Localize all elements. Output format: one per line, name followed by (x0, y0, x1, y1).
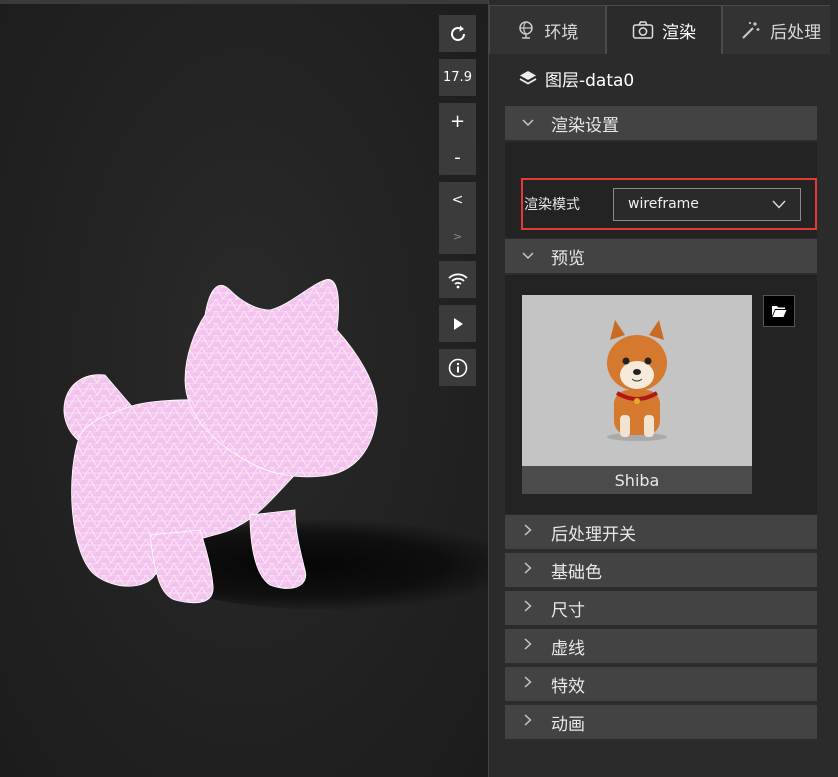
wireless-button[interactable] (439, 261, 476, 298)
chevron-right-icon (505, 524, 551, 540)
zoom-out-button[interactable]: - (439, 139, 476, 175)
tab-render-label: 渲染 (662, 22, 696, 43)
section-effects[interactable]: 特效 (505, 667, 817, 702)
section-render-settings[interactable]: 渲染设置 (505, 106, 817, 141)
tab-postprocess[interactable]: 后处理 (722, 5, 838, 54)
render-settings-body: 渲染模式 wireframe (505, 142, 817, 238)
info-button[interactable] (439, 349, 476, 386)
render-mode-value: wireframe (628, 196, 699, 212)
tab-postprocess-label: 后处理 (770, 22, 822, 43)
section-render-settings-title: 渲染设置 (551, 115, 619, 136)
wifi-icon (447, 273, 468, 288)
chevron-right-icon (505, 562, 551, 578)
section-base-color[interactable]: 基础色 (505, 553, 817, 588)
preview-body: Shiba (505, 275, 817, 514)
section-postprocess-switch[interactable]: 后处理开关 (505, 515, 817, 550)
zoom-controls: + - (439, 103, 476, 175)
tab-render[interactable]: 渲染 (605, 5, 723, 54)
layers-icon (519, 70, 537, 85)
refresh-icon (450, 25, 465, 41)
model-preview-card[interactable]: Shiba (522, 295, 752, 494)
chevron-right-icon (505, 676, 551, 692)
shiba-wireframe-model (63, 279, 378, 604)
folder-open-icon (772, 306, 787, 317)
layer-name: 图层-data0 (545, 71, 635, 91)
section-size[interactable]: 尺寸 (505, 591, 817, 626)
render-mode-label: 渲染模式 (524, 197, 580, 213)
section-dashed-line[interactable]: 虚线 (505, 629, 817, 664)
chevron-right-icon (505, 600, 551, 616)
chevron-down-icon (772, 200, 786, 209)
refresh-button[interactable] (439, 15, 476, 52)
section-title: 基础色 (551, 562, 602, 583)
section-title: 虚线 (551, 638, 585, 659)
render-mode-select[interactable]: wireframe (613, 187, 801, 221)
viewport-top-border (0, 0, 488, 4)
model-name: Shiba (522, 466, 752, 494)
open-folder-button[interactable] (763, 295, 795, 327)
section-preview[interactable]: 预览 (505, 239, 817, 274)
play-icon (453, 317, 463, 330)
section-title: 后处理开关 (551, 524, 636, 545)
next-button[interactable]: > (439, 218, 476, 254)
3d-viewport[interactable] (0, 0, 488, 777)
tab-environment[interactable]: 环境 (489, 5, 606, 54)
panel-tabs: 环境 渲染 后处理 (489, 5, 838, 54)
globe-icon (519, 21, 534, 39)
zoom-level-display: 17.9 (439, 59, 476, 96)
zoom-in-button[interactable]: + (439, 103, 476, 139)
section-animation[interactable]: 动画 (505, 705, 817, 740)
section-preview-title: 预览 (551, 248, 585, 269)
play-button[interactable] (439, 305, 476, 342)
step-controls: < > (439, 182, 476, 254)
layer-title: 图层-data0 (519, 66, 634, 91)
chevron-down-icon (505, 116, 551, 131)
section-title: 动画 (551, 714, 585, 735)
prev-button[interactable]: < (439, 182, 476, 218)
tab-environment-label: 环境 (544, 22, 579, 43)
magic-wand-icon (742, 22, 760, 39)
properties-panel: 环境 渲染 后处理 图层-data0 渲染设置 渲染模式 wireframe 预… (488, 0, 838, 777)
shiba-thumbnail (607, 320, 667, 441)
panel-scrollbar[interactable] (830, 0, 838, 777)
chevron-right-icon (505, 714, 551, 730)
info-icon (448, 358, 467, 377)
section-title: 尺寸 (551, 600, 585, 621)
render-mode-row: 渲染模式 wireframe (521, 178, 817, 230)
section-title: 特效 (551, 676, 585, 697)
chevron-right-icon (505, 638, 551, 654)
viewport-toolbar: 17.9 + - < > (439, 15, 476, 393)
camera-icon (632, 21, 654, 39)
chevron-down-icon (505, 249, 551, 264)
